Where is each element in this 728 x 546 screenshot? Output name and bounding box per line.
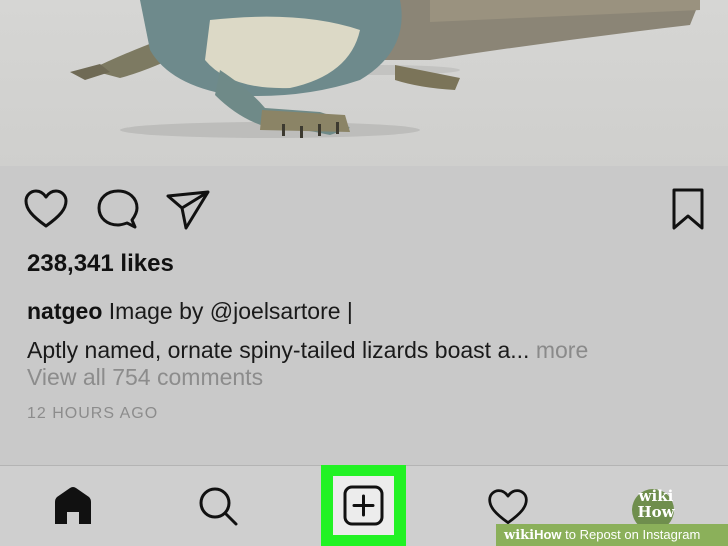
new-post-tab[interactable] xyxy=(333,476,394,535)
wikihow-logo-top: wiki xyxy=(638,487,674,505)
likes-count[interactable]: 238,341 likes xyxy=(27,250,174,278)
caption-mention[interactable]: @joelsartore xyxy=(210,298,341,324)
lizard-photo xyxy=(70,0,700,138)
wikihow-logo: wiki How xyxy=(636,488,676,520)
more-link[interactable]: more xyxy=(529,337,588,363)
post-timestamp: 12 HOURS AGO xyxy=(27,405,159,422)
watermark-wiki: wiki xyxy=(504,528,535,543)
search-icon[interactable] xyxy=(196,484,240,528)
comment-icon[interactable] xyxy=(94,186,142,234)
send-icon[interactable] xyxy=(164,186,212,234)
caption-separator: | xyxy=(340,298,353,324)
heart-icon[interactable] xyxy=(22,186,70,234)
wikihow-watermark: wikiHow to Repost on Instagram xyxy=(496,524,728,546)
new-post-tab-highlight[interactable] xyxy=(321,465,406,546)
view-comments-link[interactable]: View all 754 comments xyxy=(27,364,263,391)
home-icon[interactable] xyxy=(51,484,95,528)
post-image[interactable] xyxy=(0,0,728,166)
caption-text: Image by xyxy=(108,298,210,324)
watermark-how: How xyxy=(534,527,562,542)
plus-square-icon[interactable] xyxy=(333,476,394,535)
bookmark-icon[interactable] xyxy=(664,186,712,234)
caption-username[interactable]: natgeo xyxy=(27,298,102,324)
watermark-title: to Repost on Instagram xyxy=(561,527,701,542)
post-actions xyxy=(0,186,728,236)
caption-line-2: Aptly named, ornate spiny-tailed lizards… xyxy=(27,337,530,363)
caption: natgeo Image by @joelsartore | Aptly nam… xyxy=(27,292,717,370)
wikihow-logo-bottom: How xyxy=(637,503,675,521)
